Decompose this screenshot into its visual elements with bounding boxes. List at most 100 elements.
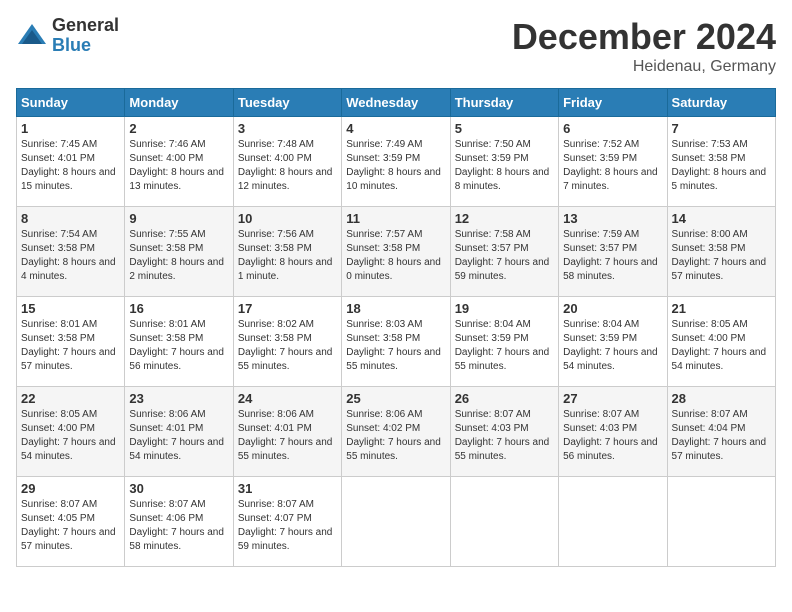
col-wednesday: Wednesday — [342, 89, 450, 117]
day-number: 1 — [21, 121, 120, 136]
day-info: Sunrise: 7:56 AM Sunset: 3:58 PM Dayligh… — [238, 228, 337, 284]
month-title: December 2024 — [512, 16, 776, 58]
title-block: December 2024 Heidenau, Germany — [512, 16, 776, 76]
day-info: Sunrise: 7:50 AM Sunset: 3:59 PM Dayligh… — [455, 138, 554, 194]
logo-icon — [16, 22, 48, 50]
table-row: 26 Sunrise: 8:07 AM Sunset: 4:03 PM Dayl… — [450, 387, 558, 477]
day-number: 9 — [129, 211, 228, 226]
calendar-week-row: 15 Sunrise: 8:01 AM Sunset: 3:58 PM Dayl… — [17, 297, 776, 387]
table-row: 8 Sunrise: 7:54 AM Sunset: 3:58 PM Dayli… — [17, 207, 125, 297]
day-number: 10 — [238, 211, 337, 226]
table-row: 21 Sunrise: 8:05 AM Sunset: 4:00 PM Dayl… — [667, 297, 775, 387]
table-row: 28 Sunrise: 8:07 AM Sunset: 4:04 PM Dayl… — [667, 387, 775, 477]
day-info: Sunrise: 8:00 AM Sunset: 3:58 PM Dayligh… — [672, 228, 771, 284]
table-row: 13 Sunrise: 7:59 AM Sunset: 3:57 PM Dayl… — [559, 207, 667, 297]
day-number: 19 — [455, 301, 554, 316]
day-number: 24 — [238, 391, 337, 406]
col-monday: Monday — [125, 89, 233, 117]
table-row: 5 Sunrise: 7:50 AM Sunset: 3:59 PM Dayli… — [450, 117, 558, 207]
table-row: 1 Sunrise: 7:45 AM Sunset: 4:01 PM Dayli… — [17, 117, 125, 207]
day-info: Sunrise: 8:02 AM Sunset: 3:58 PM Dayligh… — [238, 318, 337, 374]
day-number: 25 — [346, 391, 445, 406]
day-info: Sunrise: 8:05 AM Sunset: 4:00 PM Dayligh… — [21, 408, 120, 464]
day-number: 7 — [672, 121, 771, 136]
table-row — [450, 477, 558, 567]
calendar-week-row: 8 Sunrise: 7:54 AM Sunset: 3:58 PM Dayli… — [17, 207, 776, 297]
table-row: 3 Sunrise: 7:48 AM Sunset: 4:00 PM Dayli… — [233, 117, 341, 207]
day-info: Sunrise: 7:55 AM Sunset: 3:58 PM Dayligh… — [129, 228, 228, 284]
table-row: 11 Sunrise: 7:57 AM Sunset: 3:58 PM Dayl… — [342, 207, 450, 297]
table-row: 14 Sunrise: 8:00 AM Sunset: 3:58 PM Dayl… — [667, 207, 775, 297]
day-number: 30 — [129, 481, 228, 496]
day-number: 12 — [455, 211, 554, 226]
day-info: Sunrise: 8:05 AM Sunset: 4:00 PM Dayligh… — [672, 318, 771, 374]
day-info: Sunrise: 8:07 AM Sunset: 4:06 PM Dayligh… — [129, 498, 228, 554]
calendar-week-row: 29 Sunrise: 8:07 AM Sunset: 4:05 PM Dayl… — [17, 477, 776, 567]
table-row: 22 Sunrise: 8:05 AM Sunset: 4:00 PM Dayl… — [17, 387, 125, 477]
day-info: Sunrise: 8:01 AM Sunset: 3:58 PM Dayligh… — [129, 318, 228, 374]
calendar-header-row: Sunday Monday Tuesday Wednesday Thursday… — [17, 89, 776, 117]
day-info: Sunrise: 8:06 AM Sunset: 4:02 PM Dayligh… — [346, 408, 445, 464]
day-info: Sunrise: 7:57 AM Sunset: 3:58 PM Dayligh… — [346, 228, 445, 284]
day-info: Sunrise: 7:59 AM Sunset: 3:57 PM Dayligh… — [563, 228, 662, 284]
day-info: Sunrise: 8:07 AM Sunset: 4:03 PM Dayligh… — [563, 408, 662, 464]
day-info: Sunrise: 7:45 AM Sunset: 4:01 PM Dayligh… — [21, 138, 120, 194]
day-number: 20 — [563, 301, 662, 316]
day-number: 22 — [21, 391, 120, 406]
location-subtitle: Heidenau, Germany — [512, 58, 776, 76]
table-row: 18 Sunrise: 8:03 AM Sunset: 3:58 PM Dayl… — [342, 297, 450, 387]
calendar-week-row: 1 Sunrise: 7:45 AM Sunset: 4:01 PM Dayli… — [17, 117, 776, 207]
day-number: 21 — [672, 301, 771, 316]
day-info: Sunrise: 8:07 AM Sunset: 4:05 PM Dayligh… — [21, 498, 120, 554]
day-number: 18 — [346, 301, 445, 316]
table-row: 19 Sunrise: 8:04 AM Sunset: 3:59 PM Dayl… — [450, 297, 558, 387]
col-sunday: Sunday — [17, 89, 125, 117]
day-number: 26 — [455, 391, 554, 406]
table-row: 23 Sunrise: 8:06 AM Sunset: 4:01 PM Dayl… — [125, 387, 233, 477]
day-number: 16 — [129, 301, 228, 316]
day-number: 11 — [346, 211, 445, 226]
day-info: Sunrise: 8:03 AM Sunset: 3:58 PM Dayligh… — [346, 318, 445, 374]
day-info: Sunrise: 7:52 AM Sunset: 3:59 PM Dayligh… — [563, 138, 662, 194]
day-info: Sunrise: 8:06 AM Sunset: 4:01 PM Dayligh… — [129, 408, 228, 464]
calendar-week-row: 22 Sunrise: 8:05 AM Sunset: 4:00 PM Dayl… — [17, 387, 776, 477]
day-number: 23 — [129, 391, 228, 406]
col-tuesday: Tuesday — [233, 89, 341, 117]
logo-general: General — [52, 16, 119, 36]
table-row: 17 Sunrise: 8:02 AM Sunset: 3:58 PM Dayl… — [233, 297, 341, 387]
table-row: 31 Sunrise: 8:07 AM Sunset: 4:07 PM Dayl… — [233, 477, 341, 567]
calendar-table: Sunday Monday Tuesday Wednesday Thursday… — [16, 88, 776, 567]
day-info: Sunrise: 8:07 AM Sunset: 4:04 PM Dayligh… — [672, 408, 771, 464]
day-info: Sunrise: 7:49 AM Sunset: 3:59 PM Dayligh… — [346, 138, 445, 194]
day-number: 4 — [346, 121, 445, 136]
day-number: 28 — [672, 391, 771, 406]
table-row: 16 Sunrise: 8:01 AM Sunset: 3:58 PM Dayl… — [125, 297, 233, 387]
logo-blue: Blue — [52, 36, 119, 56]
day-info: Sunrise: 8:04 AM Sunset: 3:59 PM Dayligh… — [563, 318, 662, 374]
table-row: 29 Sunrise: 8:07 AM Sunset: 4:05 PM Dayl… — [17, 477, 125, 567]
day-info: Sunrise: 8:07 AM Sunset: 4:07 PM Dayligh… — [238, 498, 337, 554]
table-row: 15 Sunrise: 8:01 AM Sunset: 3:58 PM Dayl… — [17, 297, 125, 387]
col-thursday: Thursday — [450, 89, 558, 117]
day-info: Sunrise: 7:58 AM Sunset: 3:57 PM Dayligh… — [455, 228, 554, 284]
table-row: 24 Sunrise: 8:06 AM Sunset: 4:01 PM Dayl… — [233, 387, 341, 477]
day-number: 5 — [455, 121, 554, 136]
day-info: Sunrise: 8:06 AM Sunset: 4:01 PM Dayligh… — [238, 408, 337, 464]
day-info: Sunrise: 7:54 AM Sunset: 3:58 PM Dayligh… — [21, 228, 120, 284]
col-saturday: Saturday — [667, 89, 775, 117]
day-info: Sunrise: 7:46 AM Sunset: 4:00 PM Dayligh… — [129, 138, 228, 194]
day-number: 31 — [238, 481, 337, 496]
day-number: 13 — [563, 211, 662, 226]
table-row: 9 Sunrise: 7:55 AM Sunset: 3:58 PM Dayli… — [125, 207, 233, 297]
day-number: 2 — [129, 121, 228, 136]
table-row: 25 Sunrise: 8:06 AM Sunset: 4:02 PM Dayl… — [342, 387, 450, 477]
day-number: 17 — [238, 301, 337, 316]
table-row: 6 Sunrise: 7:52 AM Sunset: 3:59 PM Dayli… — [559, 117, 667, 207]
table-row — [667, 477, 775, 567]
table-row: 4 Sunrise: 7:49 AM Sunset: 3:59 PM Dayli… — [342, 117, 450, 207]
day-info: Sunrise: 8:01 AM Sunset: 3:58 PM Dayligh… — [21, 318, 120, 374]
table-row: 30 Sunrise: 8:07 AM Sunset: 4:06 PM Dayl… — [125, 477, 233, 567]
table-row: 12 Sunrise: 7:58 AM Sunset: 3:57 PM Dayl… — [450, 207, 558, 297]
day-number: 15 — [21, 301, 120, 316]
day-number: 27 — [563, 391, 662, 406]
